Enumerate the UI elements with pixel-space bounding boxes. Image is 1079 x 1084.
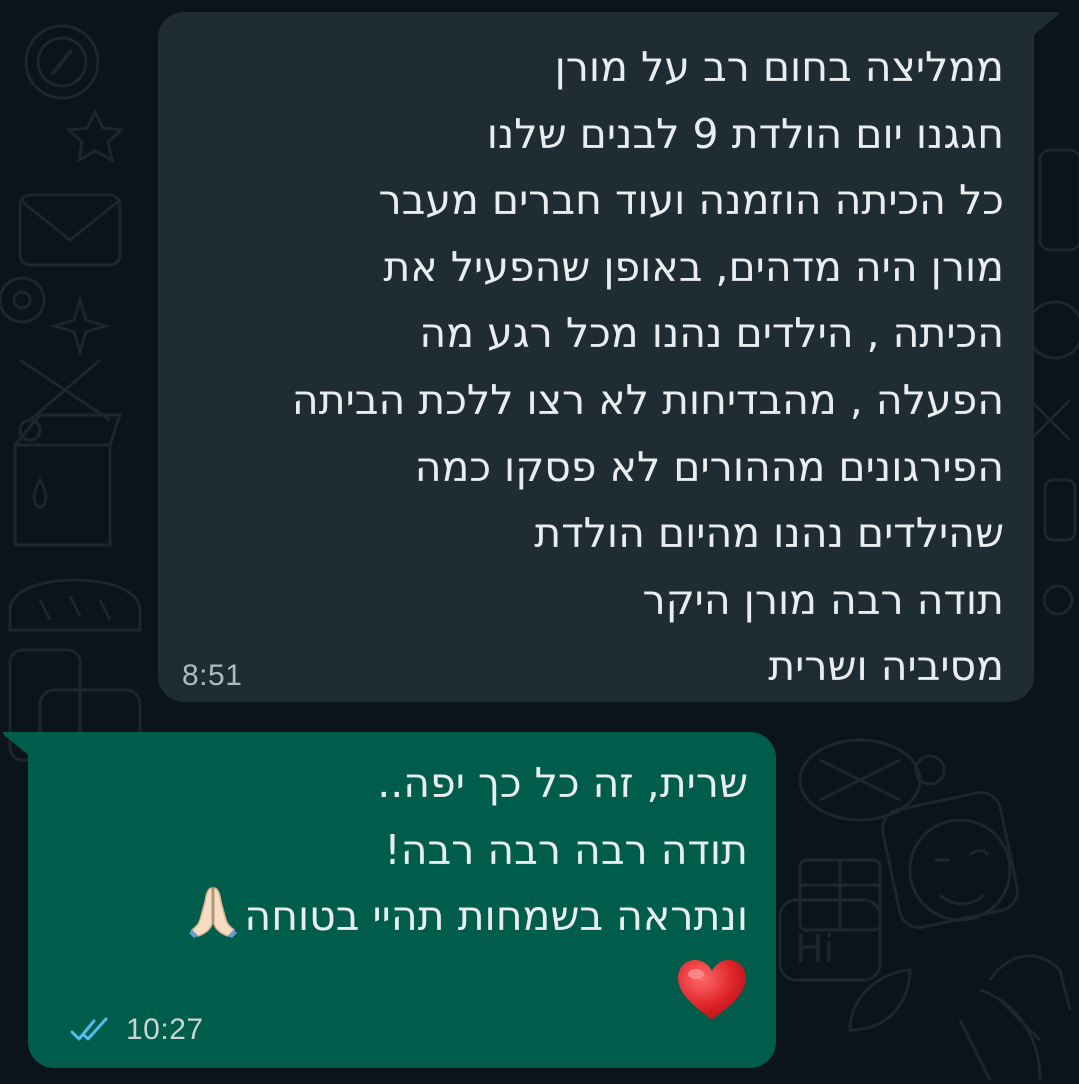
message-line: ממליצה בחום רב על מורן	[554, 43, 1004, 91]
message-line: כל הכיתה הוזמנה ועוד חברים מעבר	[378, 176, 1004, 225]
message-line: הכיתה , הילדים נהנו מכל רגע מה	[419, 309, 1004, 358]
double-check-read-icon	[70, 1017, 108, 1041]
message-line: חגגנו יום הולדת 9 לבנים שלנו	[486, 109, 1004, 158]
message-timestamp: 10:27	[126, 1013, 204, 1046]
message-line: שהילדים נהנו מהיום הולדת	[534, 509, 1004, 558]
outgoing-message-text: שרית, זה כל כך יפה.. תודה רבה רבה רבה! ו…	[188, 750, 748, 1020]
message-line-text: ונתראה בשמחות תהיי בטוחה	[244, 892, 748, 941]
message-line: הפירגונים מההורים לא פסקו כמה	[414, 442, 1004, 491]
outgoing-message-bubble[interactable]: שרית, זה כל כך יפה.. תודה רבה רבה רבה! ו…	[28, 732, 776, 1068]
incoming-message-bubble[interactable]: ממליצה בחום רב על מורן חגגנו יום הולדת 9…	[158, 12, 1034, 702]
heart-emoji-line	[188, 950, 748, 1020]
message-line: תודה רבה רבה רבה!	[384, 825, 748, 874]
message-line: תודה רבה מורן היקר	[642, 575, 1004, 624]
message-line: הפעלה , מהבדיחות לא רצו ללכת הביתה	[291, 375, 1004, 424]
incoming-message-text: ממליצה בחום רב על מורן חגגנו יום הולדת 9…	[292, 34, 1004, 700]
message-line: מורן היה מדהים, באופן שהפעיל את	[383, 242, 1004, 291]
message-line: מסיביה ושרית	[768, 642, 1004, 691]
folded-hands-emoji-icon	[189, 887, 238, 939]
incoming-bubble-tail	[1030, 12, 1059, 38]
message-timestamp: 8:51	[182, 659, 243, 692]
message-line: שרית, זה כל כך יפה..	[377, 759, 748, 807]
red-heart-emoji-icon	[678, 959, 746, 1020]
message-line-with-emoji: ונתראה בשמחות תהיי בטוחה	[188, 883, 748, 950]
svg-text:Hi: Hi	[795, 927, 834, 971]
